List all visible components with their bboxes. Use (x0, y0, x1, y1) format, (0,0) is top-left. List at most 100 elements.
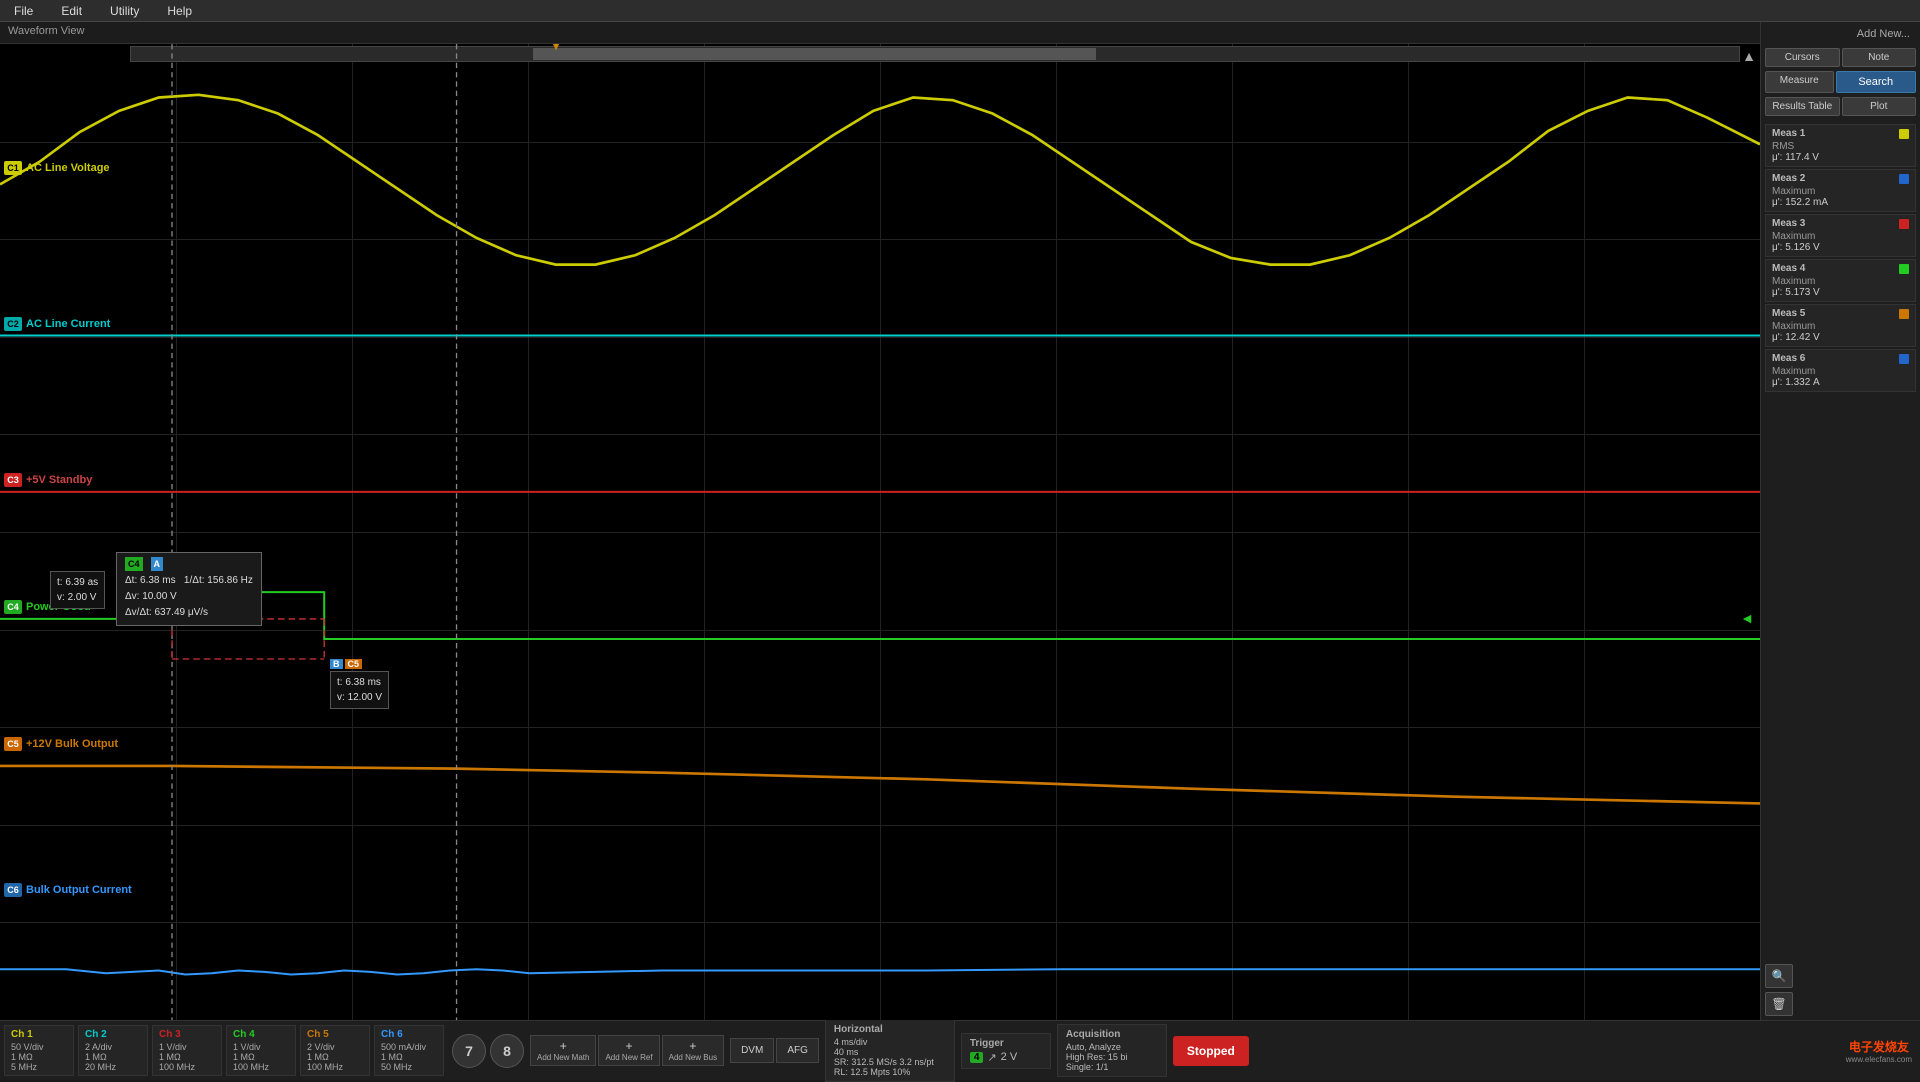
ch2-name: AC Line Current (26, 318, 110, 330)
ch6-name: Bulk Output Current (26, 884, 132, 896)
add-bus-label: Add New Bus (669, 1053, 717, 1062)
ch4-badge: C4 (4, 600, 22, 614)
ch2-badge: C2 (4, 317, 22, 331)
cursor-dv: 10.00 V (142, 591, 176, 602)
menu-utility[interactable]: Utility (104, 2, 145, 20)
add-math-icon: + (560, 1039, 567, 1053)
horizontal-val1: 4 ms/div (834, 1037, 946, 1047)
ch1-badge: C1 (4, 161, 22, 175)
add-new-math[interactable]: + Add New Math (530, 1035, 596, 1066)
add-ref-icon: + (626, 1039, 633, 1053)
add-new-row: Add New... (1761, 22, 1920, 46)
menubar: File Edit Utility Help (0, 0, 1920, 22)
zoom-button[interactable]: 🔍 (1765, 964, 1793, 988)
add-new-label: Add New... (1851, 26, 1916, 42)
afg-button[interactable]: AFG (776, 1038, 819, 1063)
cursor-dt: 6.38 ms (140, 575, 176, 586)
meas-block-4[interactable]: Meas 4 Maximum μ': 5.173 V (1765, 259, 1916, 302)
trigger-level: 2 V (1001, 1051, 1018, 1063)
measure-button[interactable]: Measure (1765, 71, 1834, 93)
bottom-toolbar: Ch 1 50 V/div1 MΩ5 MHz Ch 2 2 A/div1 MΩ2… (0, 1020, 1920, 1080)
acquisition-depth: High Res: 15 bi (1066, 1052, 1158, 1062)
cursor-b-tooltip: t: 6.38 ms v: 12.00 V (330, 671, 389, 709)
plot-button[interactable]: Plot (1842, 97, 1917, 116)
ch-info-box-1[interactable]: Ch 1 50 V/div1 MΩ5 MHz (4, 1025, 74, 1076)
menu-edit[interactable]: Edit (55, 2, 88, 20)
add-new-ref[interactable]: + Add New Ref (598, 1035, 659, 1066)
meas-list: Meas 1 RMS μ': 117.4 V Meas 2 Maximum μ'… (1761, 122, 1920, 394)
horizontal-section[interactable]: Horizontal 4 ms/div 40 ms SR: 312.5 MS/s… (825, 1019, 955, 1082)
add-math-label: Add New Math (537, 1053, 589, 1062)
trigger-ch-badge: 4 (970, 1052, 984, 1063)
panel-btn-row-3: Results Table Plot (1761, 95, 1920, 118)
add-buttons: + Add New Math + Add New Ref + Add New B… (530, 1035, 724, 1066)
nav-buttons: 7 8 (452, 1034, 524, 1068)
acquisition-count: Single: 1/1 (1066, 1062, 1158, 1072)
trash-button[interactable]: 🗑 (1765, 992, 1793, 1016)
meas-block-5[interactable]: Meas 5 Maximum μ': 12.42 V (1765, 304, 1916, 347)
stop-button[interactable]: Stopped (1173, 1036, 1249, 1066)
ch-info-box-3[interactable]: Ch 3 1 V/div1 MΩ100 MHz (152, 1025, 222, 1076)
logo-area: 电子发烧友 www.elecfans.com (1846, 1038, 1912, 1064)
trigger-ch-row: 4 ↗ 2 V (970, 1051, 1042, 1064)
ch-info-boxes: Ch 1 50 V/div1 MΩ5 MHz Ch 2 2 A/div1 MΩ2… (4, 1025, 446, 1076)
add-ref-label: Add New Ref (605, 1053, 652, 1062)
trigger-slope: ↗ (987, 1051, 996, 1064)
right-panel: Add New... Cursors Note Measure Search R… (1760, 22, 1920, 1020)
cursors-button[interactable]: Cursors (1765, 48, 1840, 67)
waveform-area: Waveform View (0, 22, 1760, 1020)
search-button[interactable]: Search (1836, 71, 1917, 93)
meas-block-3[interactable]: Meas 3 Maximum μ': 5.126 V (1765, 214, 1916, 257)
ch6-label: C6 Bulk Output Current (4, 883, 132, 897)
waveform-title: Waveform View (0, 22, 1760, 44)
ch3-label: C3 +5V Standby (4, 473, 92, 487)
horizontal-val3: SR: 312.5 MS/s 3.2 ns/pt (834, 1057, 946, 1067)
zoom-trash-area: 🔍 🗑 (1761, 960, 1920, 1020)
trigger-section[interactable]: Trigger 4 ↗ 2 V (961, 1033, 1051, 1069)
note-button[interactable]: Note (1842, 48, 1917, 67)
ch3-name: +5V Standby (26, 474, 92, 486)
cursor-b-area: B C5 t: 6.38 ms v: 12.00 V (330, 659, 389, 709)
panel-btn-row-1: Cursors Note (1761, 46, 1920, 69)
main-layout: Waveform View (0, 22, 1920, 1020)
meas-block-2[interactable]: Meas 2 Maximum μ': 152.2 mA (1765, 169, 1916, 212)
panel-btn-row-2: Measure Search (1761, 69, 1920, 95)
horizontal-val4: RL: 12.5 Mpts 10% (834, 1067, 946, 1077)
results-table-button[interactable]: Results Table (1765, 97, 1840, 116)
add-new-bus[interactable]: + Add New Bus (662, 1035, 724, 1066)
ch-info-box-6[interactable]: Ch 6 500 mA/div1 MΩ50 MHz (374, 1025, 444, 1076)
ch6-badge: C6 (4, 883, 22, 897)
acquisition-section[interactable]: Acquisition Auto, Analyze High Res: 15 b… (1057, 1024, 1167, 1077)
corner-arrow: ▲ (1742, 48, 1756, 64)
meas-block-1[interactable]: Meas 1 RMS μ': 117.4 V (1765, 124, 1916, 167)
ch3-badge: C3 (4, 473, 22, 487)
horizontal-val2: 40 ms (834, 1047, 946, 1057)
add-bus-icon: + (689, 1039, 696, 1053)
trigger-title: Trigger (970, 1038, 1042, 1049)
cursor-dvdt: 637.49 μV/s (154, 607, 208, 618)
waveform-svg (0, 44, 1760, 1020)
ch-info-box-2[interactable]: Ch 2 2 A/div1 MΩ20 MHz (78, 1025, 148, 1076)
meas-block-6[interactable]: Meas 6 Maximum μ': 1.332 A (1765, 349, 1916, 392)
ch2-label: C2 AC Line Current (4, 317, 110, 331)
dvm-button[interactable]: DVM (730, 1038, 774, 1063)
nav-btn-8[interactable]: 8 (490, 1034, 524, 1068)
ch5-badge: C5 (4, 737, 22, 751)
ch1-name: AC Line Voltage (26, 162, 110, 174)
waveform-canvas[interactable]: ▼ (0, 44, 1760, 1020)
ch5-label: C5 +12V Bulk Output (4, 737, 118, 751)
horizontal-title: Horizontal (834, 1024, 946, 1035)
ch-info-box-4[interactable]: Ch 4 1 V/div1 MΩ100 MHz (226, 1025, 296, 1076)
ch5-name: +12V Bulk Output (26, 738, 118, 750)
trigger-arrow: ◄ (1740, 610, 1754, 626)
ch-info-box-5[interactable]: Ch 5 2 V/div1 MΩ100 MHz (300, 1025, 370, 1076)
acquisition-mode: Auto, Analyze (1066, 1042, 1158, 1052)
cursor-measurement: C4 A Δt: 6.38 ms 1/Δt: 156.86 Hz Δv: 10.… (116, 552, 262, 626)
menu-file[interactable]: File (8, 2, 39, 20)
menu-help[interactable]: Help (161, 2, 198, 20)
acquisition-title: Acquisition (1066, 1029, 1158, 1040)
cursor-inv-dt: 156.86 Hz (207, 575, 253, 586)
ch1-label: C1 AC Line Voltage (4, 161, 110, 175)
nav-btn-7[interactable]: 7 (452, 1034, 486, 1068)
cursor-a-tooltip: t: 6.39 as v: 2.00 V (50, 571, 105, 609)
